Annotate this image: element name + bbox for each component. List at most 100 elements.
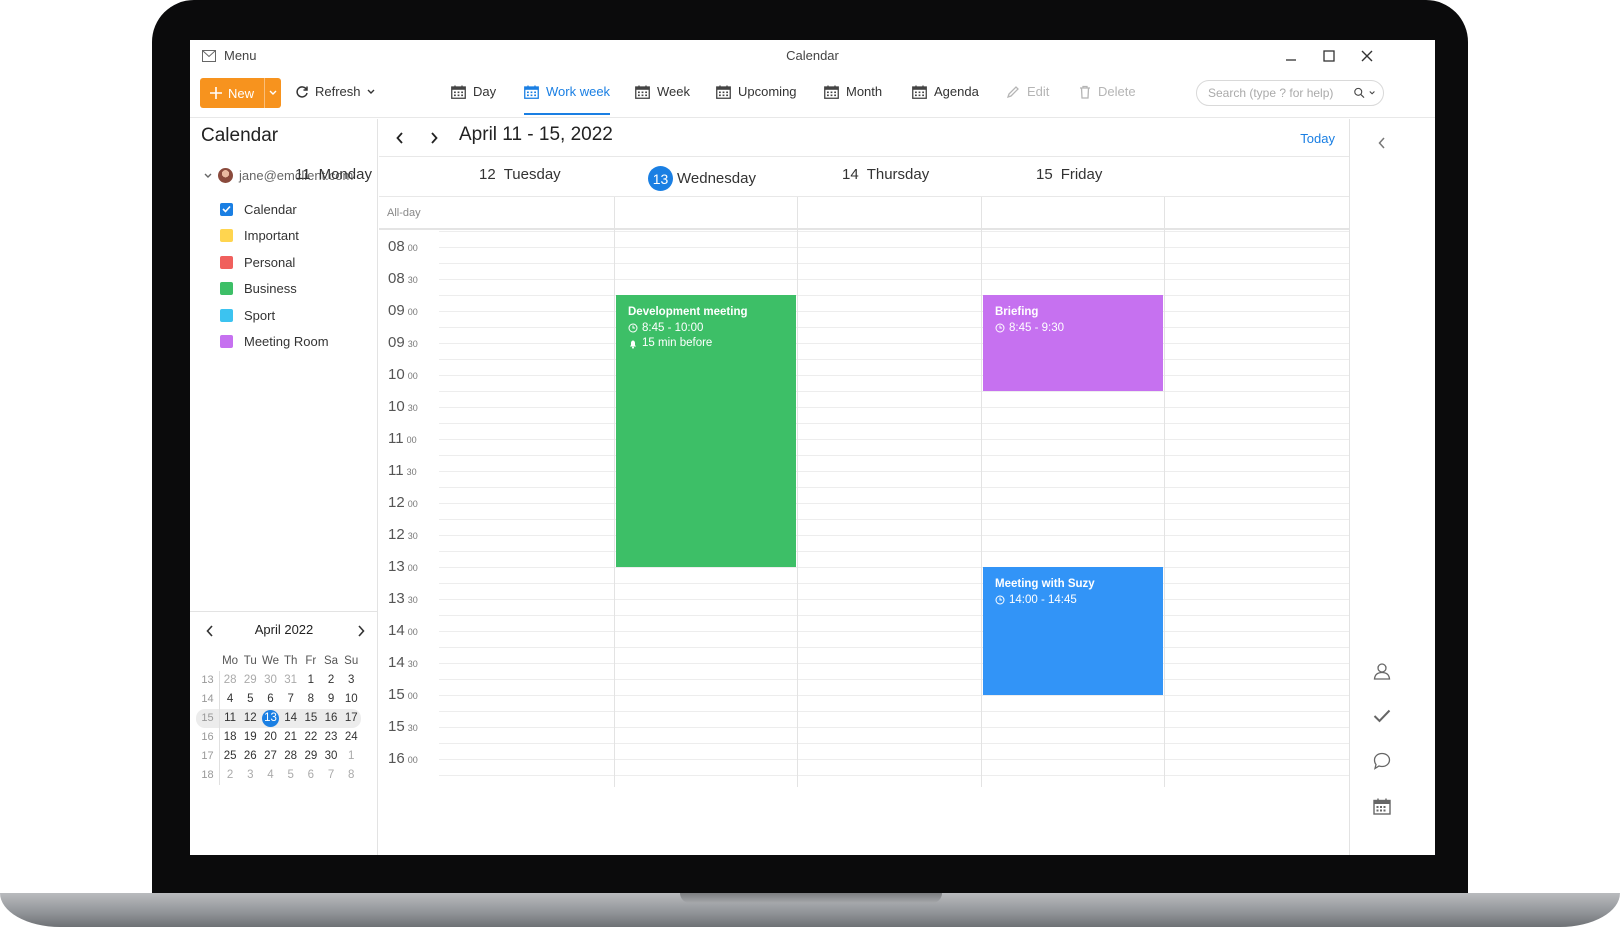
- next-week-button[interactable]: [425, 129, 443, 147]
- mini-day[interactable]: 24: [341, 728, 361, 747]
- mini-day[interactable]: 28: [220, 671, 240, 690]
- time-minute: 00: [407, 755, 418, 765]
- calendar-item-meeting-room[interactable]: Meeting Room: [220, 329, 329, 356]
- event-briefing[interactable]: Briefing 8:45 - 9:30: [983, 295, 1163, 391]
- chevron-down-icon[interactable]: [1369, 90, 1375, 96]
- tab-work-week[interactable]: Work week: [524, 84, 611, 115]
- grid-line: [439, 455, 1349, 456]
- all-day-row[interactable]: All-day: [379, 197, 1349, 230]
- mini-day[interactable]: 6: [260, 690, 280, 709]
- day-header-monday[interactable]: 11 Monday: [295, 166, 372, 183]
- mini-calendar: April 2022 Mo Tu We Th Fr Sa Su 13 28 29 30 31 1 2 3 14…: [190, 611, 378, 785]
- mini-day[interactable]: 23: [321, 728, 341, 747]
- mini-day[interactable]: 7: [281, 690, 301, 709]
- contacts-rail-button[interactable]: [1372, 661, 1392, 681]
- collapse-rail-button[interactable]: [1372, 133, 1392, 153]
- chat-rail-button[interactable]: [1372, 751, 1392, 771]
- mini-day[interactable]: 19: [240, 728, 260, 747]
- minimize-button[interactable]: [1276, 44, 1306, 68]
- mini-day[interactable]: 5: [281, 766, 301, 785]
- mini-day[interactable]: 30: [260, 671, 280, 690]
- search-input[interactable]: [1208, 86, 1348, 100]
- mini-day[interactable]: 27: [260, 747, 280, 766]
- tab-label: Day: [473, 84, 497, 99]
- mini-day[interactable]: 25: [220, 747, 240, 766]
- calendar-item-personal[interactable]: Personal: [220, 249, 329, 276]
- calendar-item-calendar[interactable]: Calendar: [220, 196, 329, 223]
- mini-day[interactable]: 10: [341, 690, 361, 709]
- mini-day[interactable]: 2: [220, 766, 240, 785]
- mini-day[interactable]: 18: [220, 728, 240, 747]
- mini-day[interactable]: 7: [321, 766, 341, 785]
- calendar-color-swatch[interactable]: [220, 229, 233, 243]
- day-header-thursday[interactable]: 14 Thursday: [842, 166, 929, 183]
- mini-day[interactable]: 29: [240, 671, 260, 690]
- mini-day[interactable]: 15: [301, 709, 321, 728]
- day-header-wednesday[interactable]: 13 Wednesday: [648, 166, 756, 191]
- calendar-item-business[interactable]: Business: [220, 276, 329, 303]
- mini-day[interactable]: 13: [260, 709, 280, 728]
- mini-day[interactable]: 16: [321, 709, 341, 728]
- mini-day[interactable]: 3: [240, 766, 260, 785]
- mini-day[interactable]: 6: [301, 766, 321, 785]
- mini-day[interactable]: 1: [301, 671, 321, 690]
- chevron-left-icon: [396, 132, 403, 144]
- mini-day[interactable]: 17: [341, 709, 361, 728]
- event-time-row: 8:45 - 10:00: [628, 321, 784, 337]
- day-header-friday[interactable]: 15 Friday: [1036, 166, 1102, 183]
- event-meeting-with-suzy[interactable]: Meeting with Suzy 14:00 - 14:45: [983, 567, 1163, 695]
- time-grid[interactable]: 08 00 08 30 09 00 09 30 10 00 10 30 11 00 11 30 12 00 12 30…: [379, 231, 1349, 786]
- tasks-rail-button[interactable]: [1372, 706, 1392, 726]
- calendar-color-swatch[interactable]: [220, 308, 233, 322]
- search-icon[interactable]: [1354, 86, 1365, 100]
- mini-day[interactable]: 3: [341, 671, 361, 690]
- today-button[interactable]: Today: [1300, 131, 1335, 146]
- mini-day[interactable]: 21: [281, 728, 301, 747]
- mini-day[interactable]: 20: [260, 728, 280, 747]
- tab-day[interactable]: Day: [451, 84, 496, 99]
- edit-button[interactable]: Edit: [1006, 84, 1049, 99]
- maximize-button[interactable]: [1314, 44, 1344, 68]
- tab-month[interactable]: Month: [824, 84, 882, 99]
- mini-day[interactable]: 8: [301, 690, 321, 709]
- new-button[interactable]: New: [200, 78, 264, 108]
- mini-day[interactable]: 14: [281, 709, 301, 728]
- mini-day[interactable]: 2: [321, 671, 341, 690]
- delete-button[interactable]: Delete: [1079, 84, 1136, 99]
- mini-day[interactable]: 12: [240, 709, 260, 728]
- agenda-rail-button[interactable]: [1372, 796, 1392, 816]
- calendar-color-swatch[interactable]: [220, 335, 233, 349]
- tab-upcoming[interactable]: Upcoming: [716, 84, 797, 99]
- mini-day[interactable]: 8: [341, 766, 361, 785]
- mini-day[interactable]: 4: [260, 766, 280, 785]
- mini-day[interactable]: 30: [321, 747, 341, 766]
- mini-day[interactable]: 29: [301, 747, 321, 766]
- mini-day[interactable]: 4: [220, 690, 240, 709]
- day-header-tuesday[interactable]: 12 Tuesday: [479, 166, 561, 183]
- clock-icon: [628, 323, 638, 333]
- event-title: Briefing: [995, 306, 1039, 318]
- mini-day-number: 2: [226, 769, 234, 781]
- calendar-color-swatch[interactable]: [220, 202, 233, 216]
- tab-week[interactable]: Week: [635, 84, 690, 99]
- calendar-color-swatch[interactable]: [220, 255, 233, 269]
- mini-day[interactable]: 26: [240, 747, 260, 766]
- mini-day[interactable]: 31: [281, 671, 301, 690]
- new-dropdown-button[interactable]: [264, 78, 281, 108]
- mini-next-button[interactable]: [353, 623, 369, 639]
- mini-day[interactable]: 5: [240, 690, 260, 709]
- mini-day[interactable]: 11: [220, 709, 240, 728]
- mini-day[interactable]: 1: [341, 747, 361, 766]
- calendar-item-sport[interactable]: Sport: [220, 302, 329, 329]
- close-button[interactable]: [1352, 44, 1382, 68]
- mini-day[interactable]: 9: [321, 690, 341, 709]
- tab-agenda[interactable]: Agenda: [912, 84, 979, 99]
- refresh-button[interactable]: Refresh: [295, 84, 375, 99]
- mini-day[interactable]: 28: [281, 747, 301, 766]
- calendar-color-swatch[interactable]: [220, 282, 233, 296]
- mini-day[interactable]: 22: [301, 728, 321, 747]
- prev-week-button[interactable]: [391, 129, 409, 147]
- chevron-down-icon[interactable]: [204, 173, 212, 179]
- event-development-meeting[interactable]: Development meeting 8:45 - 10:00 15 min be…: [616, 295, 796, 567]
- calendar-item-important[interactable]: Important: [220, 223, 329, 250]
